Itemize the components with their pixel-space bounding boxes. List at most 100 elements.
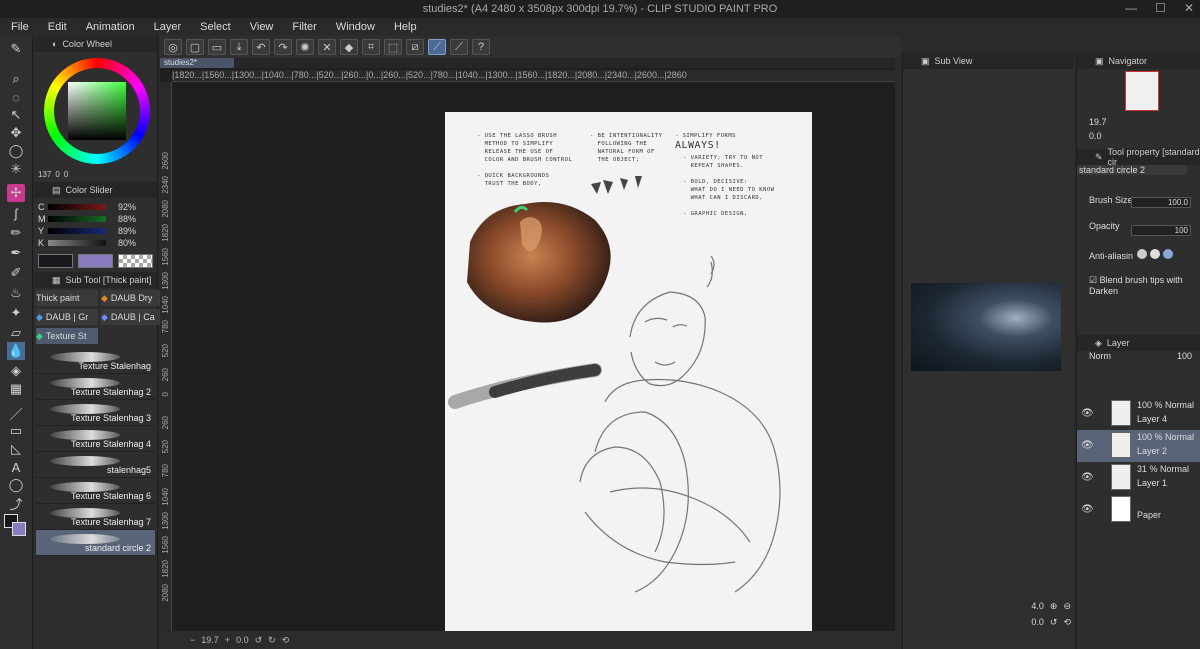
snap-ruler-icon[interactable]: ⧄ <box>406 39 424 55</box>
help-icon[interactable]: ? <box>472 39 490 55</box>
color-wheel[interactable]: 137 0 0 <box>34 52 157 179</box>
transparent-swatch[interactable] <box>118 254 153 268</box>
pen-tool-icon[interactable]: ✎ <box>7 40 25 58</box>
anti-alias-options[interactable] <box>1137 249 1173 259</box>
brush-item[interactable]: Texture Stalenhag 6 <box>36 478 155 504</box>
brush-item[interactable]: Texture Stalenhag 3 <box>36 400 155 426</box>
sub-view-reference-image[interactable] <box>911 283 1061 371</box>
blend-tool-icon[interactable]: 💧 <box>7 342 25 360</box>
group-daub-gr[interactable]: ◆ DAUB | Gr <box>36 309 98 325</box>
undo-icon[interactable]: ↶ <box>252 39 270 55</box>
menu-edit[interactable]: Edit <box>48 21 67 33</box>
opacity-field[interactable]: 100 <box>1131 225 1191 236</box>
zoom-out-icon[interactable]: − <box>190 635 195 645</box>
menu-view[interactable]: View <box>250 21 274 33</box>
menu-filter[interactable]: Filter <box>292 21 316 33</box>
balloon-tool-icon[interactable]: ◯ <box>7 476 25 494</box>
redo-icon[interactable]: ↷ <box>274 39 292 55</box>
text-tool-icon[interactable]: A <box>7 458 25 476</box>
menu-animation[interactable]: Animation <box>86 21 135 33</box>
selection-tool-icon[interactable]: ◯ <box>7 142 25 160</box>
main-color-swatch[interactable] <box>38 254 73 268</box>
pen-icon[interactable]: ✒ <box>7 244 25 262</box>
brush-item[interactable]: Texture Stalenhag <box>36 348 155 374</box>
clear-icon[interactable]: ✕ <box>318 39 336 55</box>
fill-tool-icon[interactable]: ◈ <box>7 362 25 380</box>
navigator-angle[interactable]: 0.0 <box>1089 131 1102 141</box>
loading-icon[interactable]: ✺ <box>296 39 314 55</box>
color-swatch-icon[interactable] <box>4 514 28 538</box>
fill-icon[interactable]: ◆ <box>340 39 358 55</box>
menu-select[interactable]: Select <box>200 21 231 33</box>
selection-icon[interactable]: ⬚ <box>384 39 402 55</box>
ruler-tool-icon[interactable]: ◺ <box>7 440 25 458</box>
snap-grid-icon[interactable]: ⟋ <box>450 39 468 55</box>
slider-m[interactable]: M 88% <box>34 214 157 224</box>
navigator-zoom[interactable]: 19.7 <box>1089 117 1107 127</box>
reset-view-icon[interactable]: ⟲ <box>282 635 290 646</box>
menu-file[interactable]: File <box>11 21 29 33</box>
menu-layer[interactable]: Layer <box>154 21 182 33</box>
minimize-button[interactable]: — <box>1125 1 1137 15</box>
menu-window[interactable]: Window <box>336 21 375 33</box>
maximize-button[interactable]: ☐ <box>1155 1 1166 15</box>
snap-special-ruler-icon[interactable]: ⟋ <box>428 39 446 55</box>
sub-view-rotate-icon[interactable]: ↺ <box>1050 617 1058 628</box>
close-button[interactable]: ✕ <box>1184 1 1194 15</box>
correct-line-icon[interactable]: ⤴ <box>7 494 25 512</box>
open-file-icon[interactable]: ▭ <box>208 39 226 55</box>
layer-row[interactable]: 👁 31 % Normal Layer 1 <box>1077 462 1200 494</box>
zoom-tool-icon[interactable]: ⌕ <box>7 70 25 88</box>
decoration-icon[interactable]: ✦ <box>7 304 25 322</box>
rotate-right-icon[interactable]: ↻ <box>268 635 276 646</box>
blend-darken-checkbox[interactable]: ☑ Blend brush tips with Darken <box>1089 275 1200 296</box>
sub-view-zoom[interactable]: 4.0 <box>1031 601 1044 612</box>
eyedropper-icon[interactable]: ʃ <box>7 204 25 222</box>
brush-item-selected[interactable]: standard circle 2 <box>36 530 155 556</box>
brush-item[interactable]: Texture Stalenhag 2 <box>36 374 155 400</box>
move-tool-icon[interactable]: ✥ <box>7 124 25 142</box>
group-texture-st[interactable]: ◆ Texture St <box>36 328 98 344</box>
angle-value[interactable]: 0.0 <box>236 635 249 645</box>
operation-tool-icon[interactable]: ↖ <box>7 106 25 124</box>
zoom-value[interactable]: 19.7 <box>201 635 219 645</box>
canvas-tab[interactable]: studies2* <box>160 58 234 68</box>
slider-y[interactable]: Y 89% <box>34 226 157 236</box>
auto-select-icon[interactable]: ✳ <box>7 160 25 178</box>
group-thick-paint[interactable]: Thick paint <box>36 290 98 306</box>
figure-tool-icon[interactable]: ／ <box>7 404 25 422</box>
new-file-icon[interactable]: ▢ <box>186 39 204 55</box>
transform-icon[interactable]: ⌗ <box>362 39 380 55</box>
brush-item[interactable]: Texture Stalenhag 4 <box>36 426 155 452</box>
brush-tool-icon[interactable]: ✐ <box>7 264 25 282</box>
sub-view-zoom-out-icon[interactable]: ⊖ <box>1063 601 1071 612</box>
lasso-tool-icon[interactable]: ◌ <box>7 88 25 106</box>
eyedropper-active-icon[interactable]: ✢ <box>7 184 25 202</box>
sub-view-angle[interactable]: 0.0 <box>1031 617 1044 628</box>
sub-color-swatch[interactable] <box>78 254 113 268</box>
visibility-eye-icon[interactable]: 👁 <box>1081 440 1094 451</box>
clip-studio-icon[interactable]: ◎ <box>164 39 182 55</box>
save-icon[interactable]: ⤓ <box>230 39 248 55</box>
slider-k[interactable]: K 80% <box>34 238 157 248</box>
airbrush-icon[interactable]: ♨ <box>7 284 25 302</box>
frame-tool-icon[interactable]: ▭ <box>7 422 25 440</box>
eraser-tool-icon[interactable]: ▱ <box>7 324 25 342</box>
slider-c[interactable]: C 92% <box>34 202 157 212</box>
menu-help[interactable]: Help <box>394 21 417 33</box>
brush-item[interactable]: stalenhag5 <box>36 452 155 478</box>
pencil-tool-icon[interactable]: ✏ <box>7 224 25 242</box>
layer-row-selected[interactable]: 👁 100 % Normal Layer 2 <box>1077 430 1200 462</box>
group-daub-ca[interactable]: ◆ DAUB | Ca <box>101 309 163 325</box>
zoom-in-icon[interactable]: + <box>225 635 230 645</box>
navigator-thumbnail[interactable] <box>1125 71 1159 111</box>
gradient-tool-icon[interactable]: ▦ <box>7 380 25 398</box>
sub-view-reset-icon[interactable]: ⟲ <box>1063 617 1071 628</box>
brush-item[interactable]: Texture Stalenhag 7 <box>36 504 155 530</box>
group-daub-dry[interactable]: ◆ DAUB Dry <box>101 290 163 306</box>
rotate-left-icon[interactable]: ↺ <box>255 635 263 646</box>
canvas-paper[interactable]: - USE THE LASSO BRUSH METHOD TO SIMPLIFY… <box>445 112 812 631</box>
blend-mode-select[interactable]: Norm <box>1089 351 1111 361</box>
visibility-eye-icon[interactable]: 👁 <box>1081 472 1094 483</box>
visibility-eye-icon[interactable]: 👁 <box>1081 408 1094 419</box>
